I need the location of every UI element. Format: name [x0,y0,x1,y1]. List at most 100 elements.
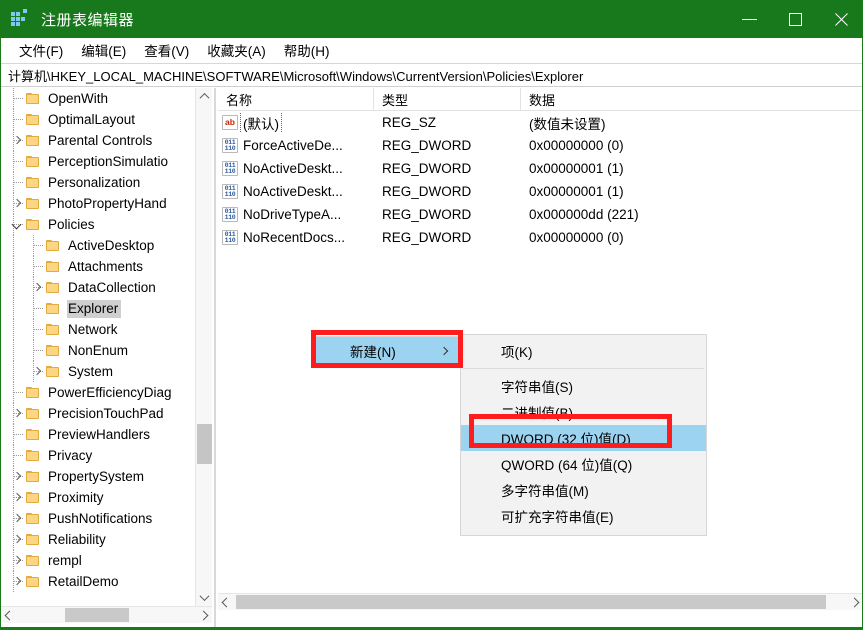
chevron-right-icon[interactable] [9,133,25,149]
scroll-down-icon[interactable] [196,589,213,606]
values-scroll-left-icon[interactable] [218,594,235,610]
maximize-button[interactable] [772,0,818,38]
chevron-right-icon[interactable] [9,574,25,590]
menu-view[interactable]: 查看(V) [135,38,198,63]
new-submenu[interactable]: 项(K) 字符串值(S) 二进制值(B) DWORD (32 位)值(D)QWORD … [460,334,707,536]
tree-vertical-scrollbar[interactable] [195,88,212,606]
maximize-icon [789,13,802,26]
tree-item-attachments[interactable]: Attachments [1,256,195,277]
tree-item-privacy[interactable]: Privacy [1,445,195,466]
chevron-right-icon[interactable] [29,280,45,296]
minimize-button[interactable] [726,0,772,38]
tree-item-label: Network [67,321,121,339]
tree-item-precisiontouchpad[interactable]: PrecisionTouchPad [1,403,195,424]
submenu-item-label: 二进制值(B) [501,402,573,422]
context-menu[interactable]: 新建(N) [315,336,459,366]
menu-file[interactable]: 文件(F) [10,38,72,63]
tree-item-reliability[interactable]: Reliability [1,529,195,550]
tree-item-system[interactable]: System [1,361,195,382]
submenu-item[interactable]: DWORD (32 位)值(D) [461,425,706,451]
chevron-right-icon[interactable] [9,553,25,569]
tree-indent-spacer [1,119,9,120]
tree-item-retaildemo[interactable]: RetailDemo [1,571,195,592]
folder-icon [25,533,41,547]
tree-item-datacollection[interactable]: DataCollection [1,277,195,298]
submenu-item[interactable]: 可扩充字符串值(E) [461,503,706,529]
chevron-right-icon[interactable] [9,469,25,485]
column-header-type[interactable]: 类型 [374,88,521,110]
tree-item-photopropertyhand[interactable]: PhotoPropertyHand [1,193,195,214]
tree-item-powerefficiencydiag[interactable]: PowerEfficiencyDiag [1,382,195,403]
values-list[interactable]: ab(默认)REG_SZ(数值未设置)011110ForceActiveDe..… [218,111,863,249]
table-row[interactable]: 011110NoActiveDeskt...REG_DWORD0x0000000… [218,180,863,203]
submenu-item[interactable]: 项(K) [461,338,706,364]
tree-vscroll-thumb[interactable] [197,424,212,464]
tree-horizontal-scrollbar[interactable] [1,606,212,623]
key-tree[interactable]: OpenWithOptimalLayoutParental ControlsPe… [1,88,195,606]
table-row[interactable]: 011110NoDriveTypeA...REG_DWORD0x000000dd… [218,203,863,226]
tree-item-perceptionsimulatio[interactable]: PerceptionSimulatio [1,151,195,172]
chevron-down-icon[interactable] [9,217,25,233]
submenu-item[interactable]: QWORD (64 位)值(Q) [461,451,706,477]
menu-favorites[interactable]: 收藏夹(A) [198,38,275,63]
column-header-data[interactable]: 数据 [521,88,861,110]
tree-expander-placeholder [9,427,25,443]
submenu-item[interactable]: 二进制值(B) [461,399,706,425]
tree-item-explorer[interactable]: Explorer [1,298,195,319]
scroll-left-icon[interactable] [1,607,18,623]
tree-item-openwith[interactable]: OpenWith [1,88,195,109]
tree-item-parental-controls[interactable]: Parental Controls [1,130,195,151]
submenu-item[interactable]: 字符串值(S) [461,373,706,399]
folder-icon [25,218,41,232]
pane-splitter[interactable] [214,88,216,627]
tree-item-propertysystem[interactable]: PropertySystem [1,466,195,487]
chevron-right-icon[interactable] [9,532,25,548]
value-type: REG_DWORD [374,161,521,176]
tree-item-activedesktop[interactable]: ActiveDesktop [1,235,195,256]
submenu-item[interactable]: 多字符串值(M) [461,477,706,503]
close-button[interactable] [818,0,863,38]
tree-expander-placeholder [9,91,25,107]
tree-item-previewhandlers[interactable]: PreviewHandlers [1,424,195,445]
context-menu-item-new-label: 新建(N) [350,341,396,361]
table-row[interactable]: 011110NoRecentDocs...REG_DWORD0x00000000… [218,226,863,249]
tree-item-label: Privacy [47,447,95,465]
table-row[interactable]: ab(默认)REG_SZ(数值未设置) [218,111,863,134]
chevron-right-icon[interactable] [9,196,25,212]
values-scroll-right-icon[interactable] [846,594,863,610]
tree-item-label: PreviewHandlers [47,426,153,444]
value-type: REG_SZ [374,115,521,130]
dword-value-icon: 011110 [222,230,238,245]
table-row[interactable]: 011110ForceActiveDe...REG_DWORD0x0000000… [218,134,863,157]
tree-item-optimallayout[interactable]: OptimalLayout [1,109,195,130]
chevron-right-icon[interactable] [9,511,25,527]
chevron-right-icon[interactable] [29,364,45,380]
tree-item-proximity[interactable]: Proximity [1,487,195,508]
tree-item-rempl[interactable]: rempl [1,550,195,571]
menu-help[interactable]: 帮助(H) [275,38,339,63]
menu-edit[interactable]: 编辑(E) [72,38,135,63]
scroll-right-icon[interactable] [195,607,212,623]
scroll-up-icon[interactable] [196,88,213,105]
tree-guide-line [13,277,15,298]
value-name: NoActiveDeskt... [241,161,345,176]
values-hscroll-thumb[interactable] [236,595,826,609]
table-row[interactable]: 011110NoActiveDeskt...REG_DWORD0x0000000… [218,157,863,180]
folder-icon [25,428,41,442]
folder-icon [25,449,41,463]
tree-item-network[interactable]: Network [1,319,195,340]
tree-item-nonenum[interactable]: NonEnum [1,340,195,361]
value-type: REG_DWORD [374,230,521,245]
values-horizontal-scrollbar[interactable] [218,593,863,610]
tree-indent-spacer [1,539,9,540]
tree-item-policies[interactable]: Policies [1,214,195,235]
context-menu-item-new[interactable]: 新建(N) [316,337,458,365]
tree-item-pushnotifications[interactable]: PushNotifications [1,508,195,529]
tree-item-label: PrecisionTouchPad [47,405,167,423]
tree-hscroll-thumb[interactable] [65,608,129,622]
chevron-right-icon[interactable] [9,406,25,422]
chevron-right-icon[interactable] [9,490,25,506]
column-header-name[interactable]: 名称 [218,88,374,110]
address-bar[interactable]: 计算机\HKEY_LOCAL_MACHINE\SOFTWARE\Microsof… [1,63,863,87]
tree-item-personalization[interactable]: Personalization [1,172,195,193]
